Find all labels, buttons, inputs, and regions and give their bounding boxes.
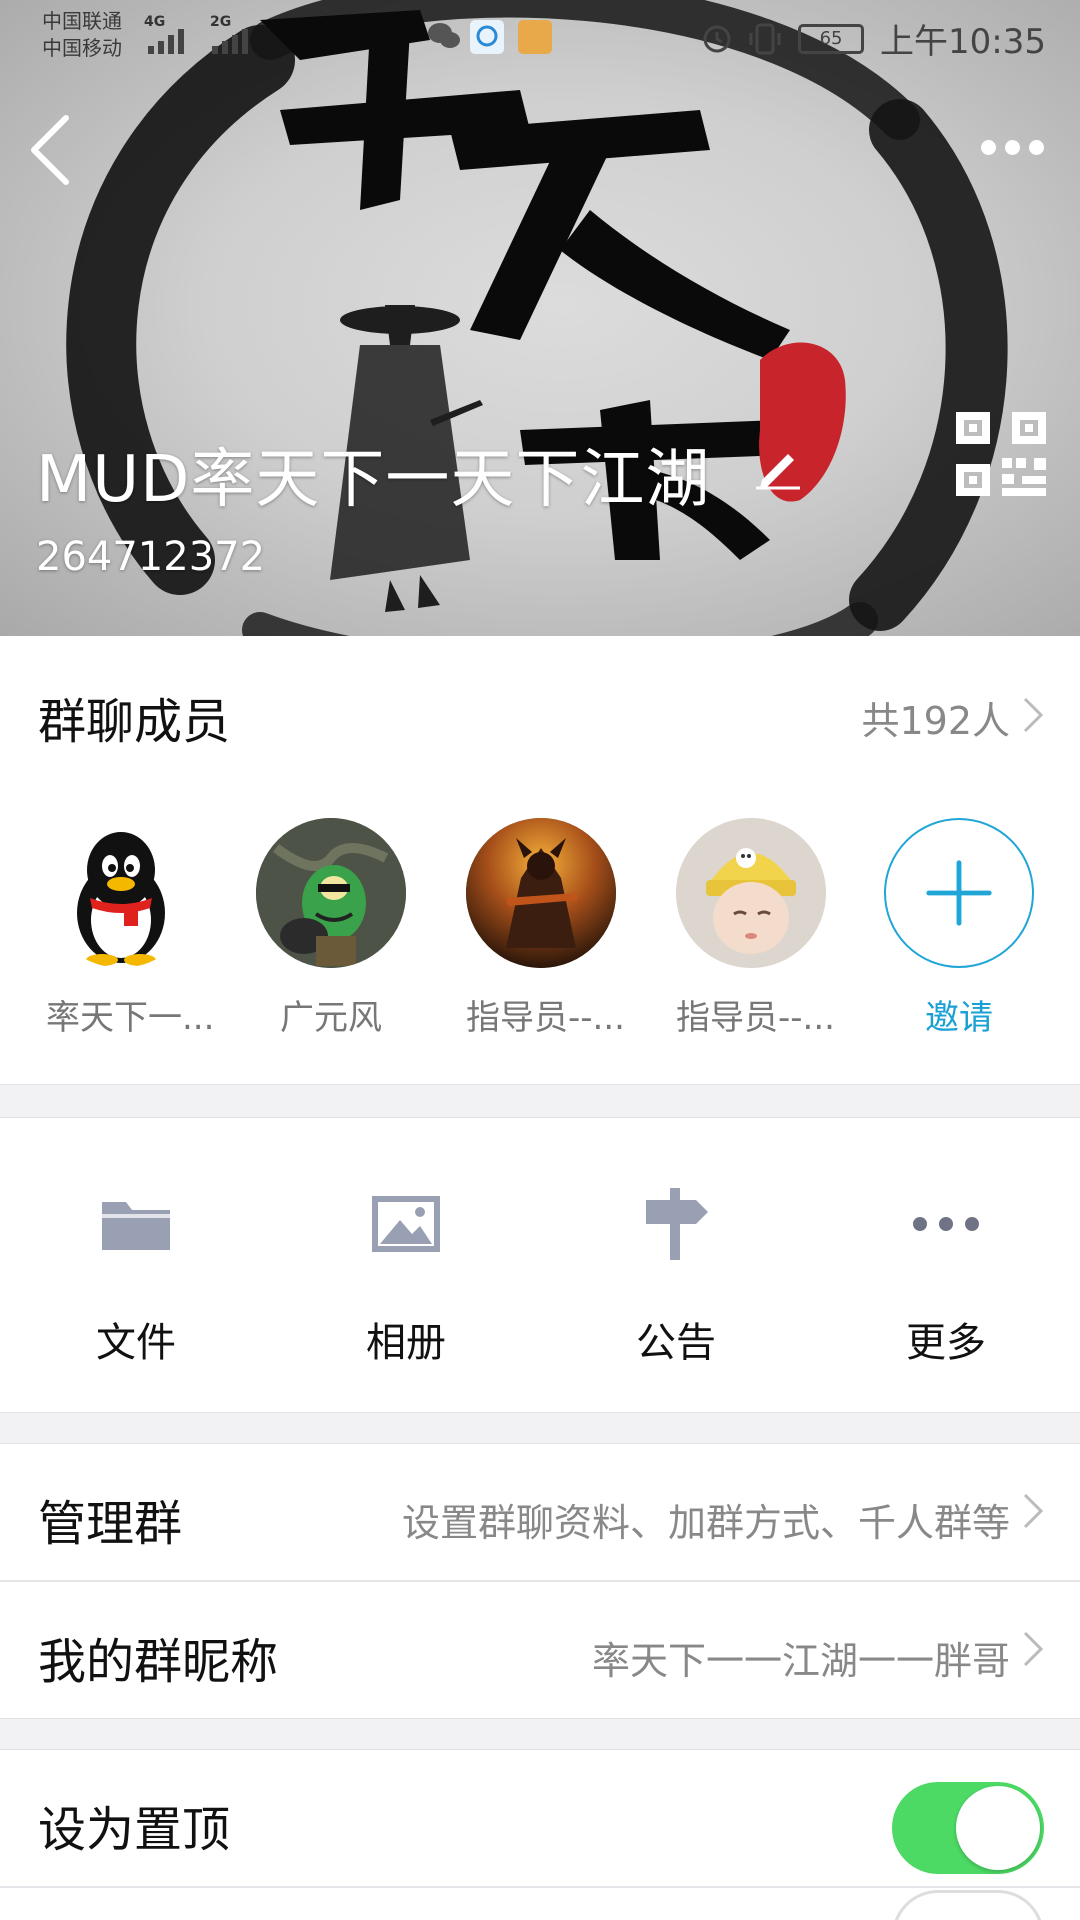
- member-name: 广元风: [280, 998, 382, 1038]
- group-cover-banner: 中国联通 中国移动 4G 2G 65 上午10:35 MUD率天下一天下江湖 2…: [0, 0, 1080, 636]
- battery-icon: 65: [798, 23, 865, 54]
- member-item[interactable]: 广元风: [256, 818, 406, 1039]
- qq-penguin-avatar-icon: [77, 832, 165, 966]
- invite-circle: [884, 818, 1034, 968]
- members-section-title: 群聊成员: [38, 694, 231, 750]
- pin-to-top-row: 设为置顶: [0, 1750, 1080, 1886]
- warrior-art-avatar-icon: [466, 818, 616, 968]
- action-label: 公告: [636, 1320, 716, 1366]
- back-arrow-icon[interactable]: [22, 110, 82, 190]
- member-name: 指导员--...: [466, 998, 625, 1038]
- section-divider: [0, 1412, 1080, 1444]
- edit-pencil-icon[interactable]: [752, 444, 804, 490]
- app-notification-icon: [518, 20, 552, 54]
- status-bar: 中国联通 中国移动 4G 2G 65 上午10:35: [0, 0, 1080, 76]
- qq-notification-icon: [470, 20, 504, 54]
- signal-strength-2-icon: [212, 29, 248, 54]
- more-actions-button[interactable]: 更多: [846, 1184, 1046, 1368]
- row-label: 我的群昵称: [38, 1634, 279, 1690]
- next-row-toggle[interactable]: [892, 1890, 1044, 1920]
- group-actions-grid: 文件 相册 公告 更多: [0, 1118, 1080, 1412]
- chevron-right-icon[interactable]: [1022, 696, 1044, 734]
- vibrate-icon: [749, 23, 781, 54]
- next-settings-row: [0, 1888, 1080, 1920]
- avatar: [466, 818, 616, 968]
- group-name: MUD率天下一天下江湖: [36, 443, 711, 517]
- action-label: 文件: [96, 1320, 176, 1366]
- action-label: 相册: [366, 1320, 446, 1366]
- more-dot-icon: [1004, 139, 1020, 155]
- action-label: 更多: [906, 1320, 986, 1366]
- member-item[interactable]: 率天下一...: [46, 818, 215, 1039]
- status-right-group: 65 上午10:35: [702, 14, 1046, 63]
- member-name: 指导员--...: [676, 998, 835, 1038]
- status-time: 上午10:35: [880, 22, 1046, 62]
- section-divider: [0, 1084, 1080, 1118]
- signal-strength-icon: [148, 29, 184, 54]
- image-icon: [372, 1196, 440, 1252]
- row-label: 管理群: [38, 1496, 183, 1552]
- member-item[interactable]: 指导员--...: [466, 818, 625, 1039]
- chevron-right-icon: [1023, 1493, 1044, 1529]
- row-value: 设置群聊资料、加群方式、千人群等: [401, 1501, 1010, 1545]
- member-name: 率天下一...: [46, 998, 215, 1038]
- row-label: 设为置顶: [38, 1802, 231, 1858]
- carrier-labels: 中国联通 中国移动: [42, 8, 122, 62]
- pin-to-top-toggle[interactable]: [892, 1782, 1044, 1874]
- group-profile-screen: 中国联通 中国移动 4G 2G 65 上午10:35 MUD率天下一天下江湖 2…: [0, 0, 1080, 1920]
- group-members-section: 群聊成员 共192人 率天下一... 广元风 指导员--... 指导员--...…: [0, 636, 1080, 1084]
- avatar: [256, 818, 406, 968]
- members-count-link[interactable]: 共192人: [861, 690, 1010, 745]
- alarm-clock-icon: [703, 25, 731, 52]
- qr-code-icon[interactable]: [956, 412, 1046, 496]
- files-button[interactable]: 文件: [36, 1184, 236, 1368]
- more-dots-icon: [913, 1217, 979, 1231]
- my-group-nickname-row[interactable]: 我的群昵称 率天下一一江湖一一胖哥: [0, 1582, 1080, 1718]
- carrier-1: 中国联通: [42, 9, 122, 33]
- more-dot-icon: [980, 139, 996, 155]
- folder-icon: [102, 1202, 170, 1250]
- announcement-button[interactable]: 公告: [576, 1184, 776, 1368]
- row-value: 率天下一一江湖一一胖哥: [591, 1639, 1010, 1683]
- chevron-right-icon: [1023, 1631, 1044, 1667]
- more-dot-icon: [1028, 139, 1044, 155]
- album-button[interactable]: 相册: [306, 1184, 506, 1368]
- battery-level: 65: [819, 27, 843, 49]
- wechat-notification-icon: [428, 23, 460, 48]
- baby-photo-avatar-icon: [676, 818, 826, 968]
- avatar: [676, 818, 826, 968]
- avatar: [46, 818, 196, 968]
- signpost-icon: [646, 1188, 708, 1260]
- toggle-knob: [956, 1786, 1040, 1870]
- member-item[interactable]: 指导员--...: [676, 818, 835, 1039]
- more-options-button[interactable]: [972, 130, 1052, 164]
- section-divider: [0, 1718, 1080, 1750]
- cartoon-character-avatar-icon: [256, 818, 406, 968]
- carrier-2: 中国移动: [42, 36, 122, 60]
- plus-icon: [926, 860, 992, 926]
- invite-member-button[interactable]: 邀请: [884, 818, 1034, 1039]
- group-id: 264712372: [36, 534, 266, 580]
- invite-label: 邀请: [925, 998, 993, 1038]
- manage-group-row[interactable]: 管理群 设置群聊资料、加群方式、千人群等: [0, 1444, 1080, 1580]
